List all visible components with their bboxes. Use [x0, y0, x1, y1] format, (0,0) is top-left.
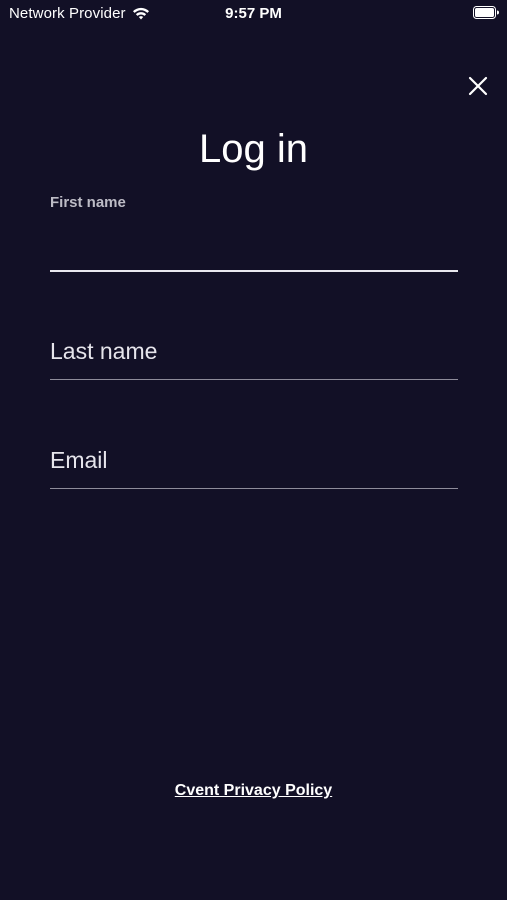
- close-button[interactable]: [466, 74, 490, 98]
- battery-full-icon: [473, 6, 499, 19]
- first-name-input[interactable]: [50, 228, 458, 258]
- status-bar: Network Provider 9:57 PM: [0, 0, 507, 28]
- last-name-field: [50, 330, 458, 382]
- first-name-label: First name: [50, 194, 126, 211]
- email-input[interactable]: [50, 445, 458, 475]
- privacy-policy-link[interactable]: Cvent Privacy Policy: [0, 782, 507, 800]
- last-name-underline: [50, 379, 458, 380]
- email-field: [50, 439, 458, 491]
- first-name-underline: [50, 270, 458, 272]
- page-title: Log in: [199, 127, 308, 171]
- close-icon: [468, 76, 488, 96]
- first-name-field: First name: [50, 194, 458, 274]
- status-time: 9:57 PM: [225, 5, 282, 22]
- email-underline: [50, 488, 458, 489]
- last-name-input[interactable]: [50, 336, 458, 366]
